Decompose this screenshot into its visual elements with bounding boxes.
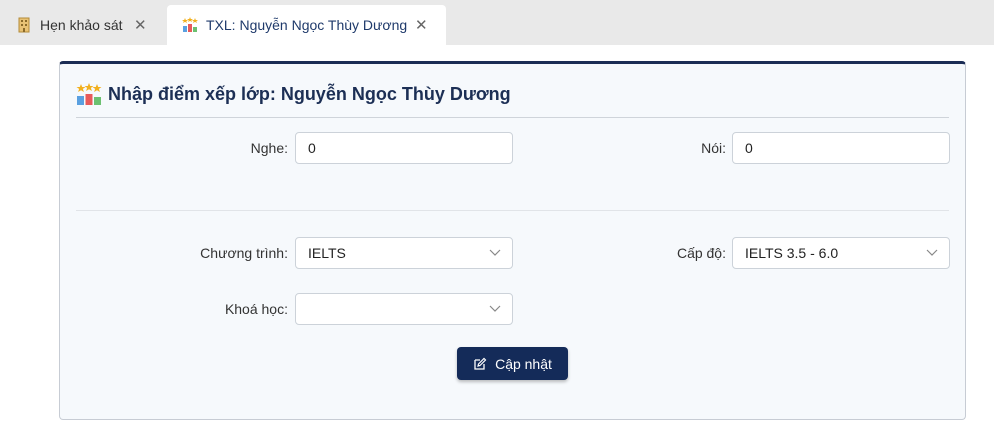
close-icon[interactable]: ✕ (134, 16, 147, 34)
tab-txl[interactable]: TXL: Nguyễn Ngọc Thùy Dương ✕ (167, 5, 446, 45)
noi-label: Nói: (701, 140, 726, 156)
chevron-down-icon (489, 249, 501, 256)
khoa-hoc-label: Khoá học: (224, 301, 288, 317)
chuong-trinh-value: IELTS (308, 245, 346, 261)
nghe-input[interactable]: 0 (295, 132, 513, 164)
cap-do-select[interactable]: IELTS 3.5 - 6.0 (732, 237, 950, 269)
close-icon[interactable]: ✕ (415, 16, 428, 34)
chuong-trinh-select[interactable]: IELTS (295, 237, 513, 269)
podium-stars-icon (76, 83, 102, 105)
placement-score-panel: Nhập điểm xếp lớp: Nguyễn Ngọc Thùy Dươn… (59, 61, 966, 420)
divider (76, 117, 949, 118)
tab-hen-khao-sat[interactable]: Hẹn khảo sát ✕ (0, 5, 165, 45)
cap-do-label: Cấp độ: (676, 245, 726, 261)
edit-icon (474, 357, 487, 370)
noi-input[interactable]: 0 (732, 132, 950, 164)
podium-stars-icon (182, 17, 198, 32)
tab-label: TXL: Nguyễn Ngọc Thùy Dương (206, 17, 408, 33)
chevron-down-icon (926, 249, 938, 256)
update-button[interactable]: Cập nhật (457, 347, 568, 380)
tab-bar: Hẹn khảo sát ✕ TXL: Nguyễn Ngọc Thùy Dươ… (0, 0, 994, 45)
cap-do-value: IELTS 3.5 - 6.0 (745, 245, 839, 261)
panel-title: Nhập điểm xếp lớp: Nguyễn Ngọc Thùy Dươn… (108, 83, 511, 104)
tab-label: Hẹn khảo sát (40, 17, 123, 33)
noi-value: 0 (745, 140, 753, 156)
khoa-hoc-select[interactable] (295, 293, 513, 325)
update-button-label: Cập nhật (495, 355, 552, 372)
building-icon (18, 17, 30, 33)
chuong-trinh-label: Chương trình: (200, 245, 288, 261)
divider (76, 210, 949, 211)
nghe-label: Nghe: (250, 140, 288, 156)
panel-header: Nhập điểm xếp lớp: Nguyễn Ngọc Thùy Dươn… (76, 83, 511, 105)
nghe-value: 0 (308, 140, 316, 156)
chevron-down-icon (489, 305, 501, 312)
